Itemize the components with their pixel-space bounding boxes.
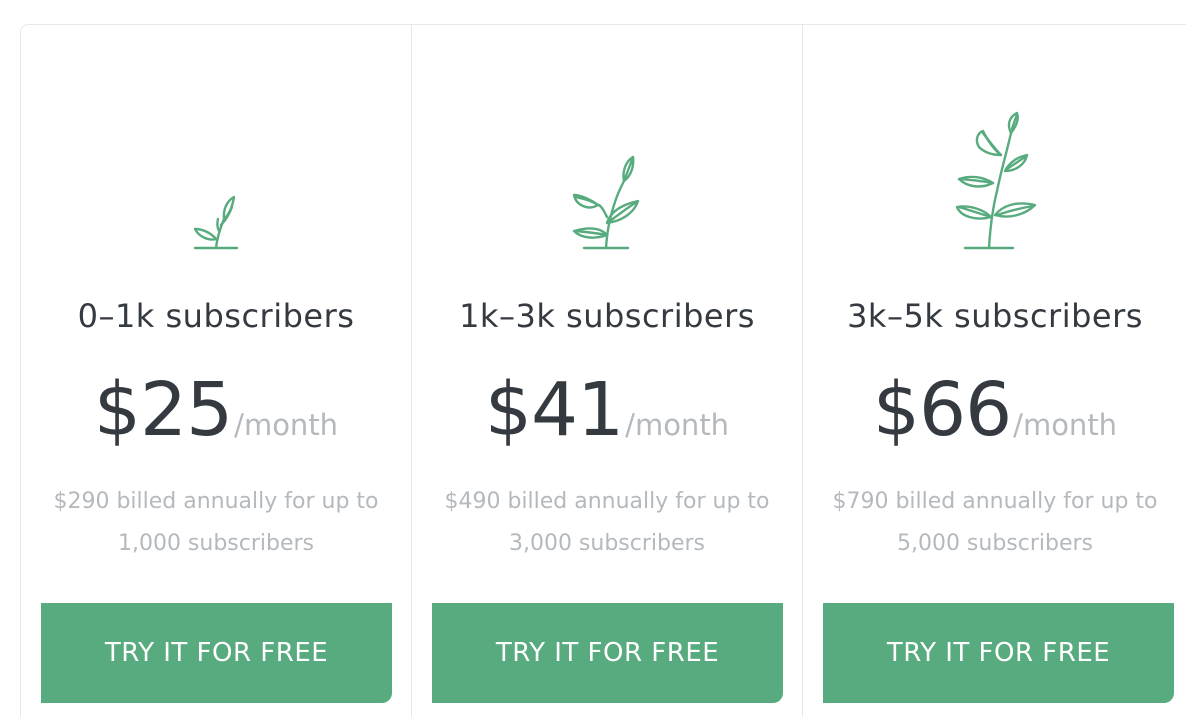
billing-note-line-2: 3,000 subscribers — [508, 531, 706, 556]
billing-note-line-1: $290 billed annually for up to — [53, 489, 379, 514]
price-unit: /month — [1013, 408, 1118, 442]
try-it-for-free-button[interactable]: TRY IT FOR FREE — [432, 603, 783, 703]
price-amount: $41 — [484, 367, 624, 453]
billing-note-line-1: $790 billed annually for up to — [832, 489, 1158, 514]
billing-note-line-2: 1,000 subscribers — [117, 531, 315, 556]
plan-tier-title: 3k–5k subscribers — [847, 297, 1143, 335]
plan-card-3k-5k: 3k–5k subscribers $66 /month $790 billed… — [803, 25, 1186, 717]
plan-card-0-1k: 0–1k subscribers $25 /month $290 billed … — [21, 25, 412, 717]
plan-price: $25 /month — [21, 367, 411, 453]
price-amount: $66 — [872, 367, 1012, 453]
pricing-table: 0–1k subscribers $25 /month $290 billed … — [20, 24, 1186, 717]
plan-card-1k-3k: 1k–3k subscribers $41 /month $490 billed… — [412, 25, 803, 717]
try-it-for-free-button[interactable]: TRY IT FOR FREE — [823, 603, 1174, 703]
price-amount: $25 — [93, 367, 233, 453]
small-sprout-icon — [21, 195, 411, 251]
price-unit: /month — [234, 408, 339, 442]
plan-price: $66 /month — [803, 367, 1186, 453]
billing-note: $490 billed annually for up to 3,000 sub… — [432, 481, 782, 565]
price-unit: /month — [625, 408, 730, 442]
large-plant-icon — [803, 111, 1186, 251]
plan-price: $41 /month — [412, 367, 802, 453]
try-it-for-free-button[interactable]: TRY IT FOR FREE — [41, 603, 392, 703]
medium-plant-icon — [412, 155, 802, 251]
plan-tier-title: 1k–3k subscribers — [459, 297, 755, 335]
billing-note-line-2: 5,000 subscribers — [896, 531, 1094, 556]
billing-note: $790 billed annually for up to 5,000 sub… — [823, 481, 1167, 565]
billing-note-line-1: $490 billed annually for up to — [444, 489, 770, 514]
billing-note: $290 billed annually for up to 1,000 sub… — [41, 481, 391, 565]
plan-tier-title: 0–1k subscribers — [77, 297, 355, 335]
